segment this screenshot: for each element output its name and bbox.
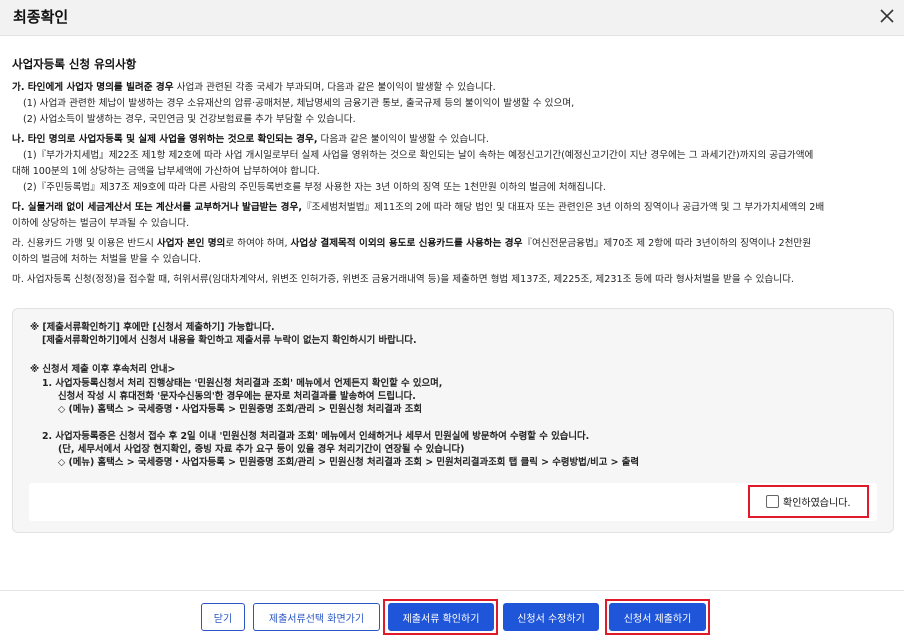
item-ga-bold: 가. 타인에게 사업자 명의를 빌려준 경우 bbox=[12, 82, 174, 93]
doc-select-button[interactable]: 제출서류선택 화면가기 bbox=[253, 603, 380, 631]
guide-line-1: ※ [제출서류확인하기] 후에만 [신청서 제출하기] 가능합니다. bbox=[30, 322, 275, 333]
guide-line-2: [제출서류확인하기]에서 신청서 내용을 확인하고 제출서류 누락이 없는지 확… bbox=[42, 335, 417, 346]
item-na-2: (2)『주민등록법』제37조 제9호에 따라 다른 사람의 주민등록번호를 부정… bbox=[23, 182, 606, 193]
item-ga-2: (2) 사업소득이 발생하는 경우, 국민연금 및 건강보험료를 추가 부담할 … bbox=[23, 114, 356, 125]
doc-check-button[interactable]: 제출서류 확인하기 bbox=[388, 603, 494, 631]
item-na: 나. 타인 명의로 사업자등록 및 실제 사업을 영위하는 것으로 확인되는 경… bbox=[12, 132, 892, 148]
guide-line-7: 2. 사업자등록증은 신청서 접수 후 2일 이내 '민원신청 처리결과 조회'… bbox=[42, 431, 590, 442]
confirm-checkbox-area[interactable]: 확인하였습니다. bbox=[748, 485, 869, 518]
guide-line-9: ◇ (메뉴) 홈택스 > 국세증명・사업자등록 > 민원증명 조회/관리 > 민… bbox=[58, 457, 640, 468]
item-na-rest: 다음과 같은 불이익이 발생할 수 있습니다. bbox=[317, 134, 489, 145]
guide-line-3: ※ 신청서 제출 이후 후속처리 안내> bbox=[30, 364, 176, 375]
guide-line-8: (단, 세무서에서 사업장 현지확인, 증빙 자료 추가 요구 등이 있을 경우… bbox=[58, 444, 465, 455]
item-na-1b: 대해 100분의 1에 상당하는 금액을 납부세액에 가산하여 납부하여야 합니… bbox=[12, 166, 320, 177]
item-ra-e: 『여신전문금융법』제70조 제 2항에 따라 3년이하의 징역이나 2천만원 bbox=[522, 238, 812, 249]
dialog-header: 최종확인 bbox=[0, 0, 904, 36]
item-ra-2: 이하의 벌금에 처하는 처벌을 받을 수 있습니다. bbox=[12, 254, 202, 265]
submit-application-button[interactable]: 신청서 제출하기 bbox=[609, 603, 706, 631]
item-ra-d: 사업상 결제목적 이외의 용도로 신용카드를 사용하는 경우 bbox=[290, 238, 523, 249]
item-da: 다. 실물거래 없이 세금계산서 또는 계산서를 교부하거나 발급받는 경우,『… bbox=[12, 200, 892, 216]
item-ga-rest: 사업과 관련된 각종 국세가 부과되며, 다음과 같은 불이익이 발생할 수 있… bbox=[173, 82, 496, 93]
confirm-label[interactable]: 확인하였습니다. bbox=[783, 494, 851, 509]
item-ga-1: (1) 사업과 관련한 체납이 발생하는 경우 소유재산의 압류·공매처분, 체… bbox=[23, 98, 575, 109]
item-da-2: 이하에 상당하는 벌금이 부과될 수 있습니다. bbox=[12, 218, 190, 229]
item-na-bold: 나. 타인 명의로 사업자등록 및 실제 사업을 영위하는 것으로 확인되는 경… bbox=[12, 134, 318, 145]
section-title: 사업자등록 신청 유의사항 bbox=[12, 57, 137, 71]
notice-content: 사업자등록 신청 유의사항 가. 타인에게 사업자 명의를 빌려준 경우 사업과… bbox=[12, 56, 892, 288]
item-ra-b: 사업자 본인 명의 bbox=[156, 238, 226, 249]
dialog-title: 최종확인 bbox=[13, 8, 69, 26]
edit-application-button[interactable]: 신청서 수정하기 bbox=[503, 603, 599, 631]
item-da-rest: 『조세범처벌법』제11조의 2에 따라 해당 법인 및 대표자 또는 관련인은 … bbox=[301, 202, 825, 213]
guide-line-5: 신청서 작성 시 휴대전화 '문자수신동의'한 경우에는 문자로 처리결과를 발… bbox=[58, 391, 416, 402]
item-na-1a: (1)『부가가치세법』제22조 제1항 제2호에 따라 사업 개시일로부터 실제… bbox=[23, 150, 814, 161]
item-ra-a: 라. 신용카드 가맹 및 이용은 반드시 bbox=[12, 238, 157, 249]
close-button[interactable]: 닫기 bbox=[201, 603, 245, 631]
confirm-checkbox[interactable] bbox=[766, 495, 779, 508]
item-da-bold: 다. 실물거래 없이 세금계산서 또는 계산서를 교부하거나 발급받는 경우, bbox=[12, 202, 302, 213]
item-ga: 가. 타인에게 사업자 명의를 빌려준 경우 사업과 관련된 각종 국세가 부과… bbox=[12, 80, 892, 96]
close-icon[interactable] bbox=[876, 5, 898, 27]
item-ra-c: 로 하여야 하며, bbox=[225, 238, 291, 249]
guide-line-6: ◇ (메뉴) 홈택스 > 국세증명・사업자등록 > 민원증명 조회/관리 > 민… bbox=[58, 404, 423, 415]
item-ra: 라. 신용카드 가맹 및 이용은 반드시 사업자 본인 명의로 하여야 하며, … bbox=[12, 236, 892, 252]
guide-line-4: 1. 사업자등록신청서 처리 진행상태는 '민원신청 처리결과 조회' 메뉴에서… bbox=[42, 378, 443, 389]
item-ma: 마. 사업자등록 신청(정정)을 접수할 때, 허위서류(임대차계약서, 위변조… bbox=[12, 274, 794, 285]
